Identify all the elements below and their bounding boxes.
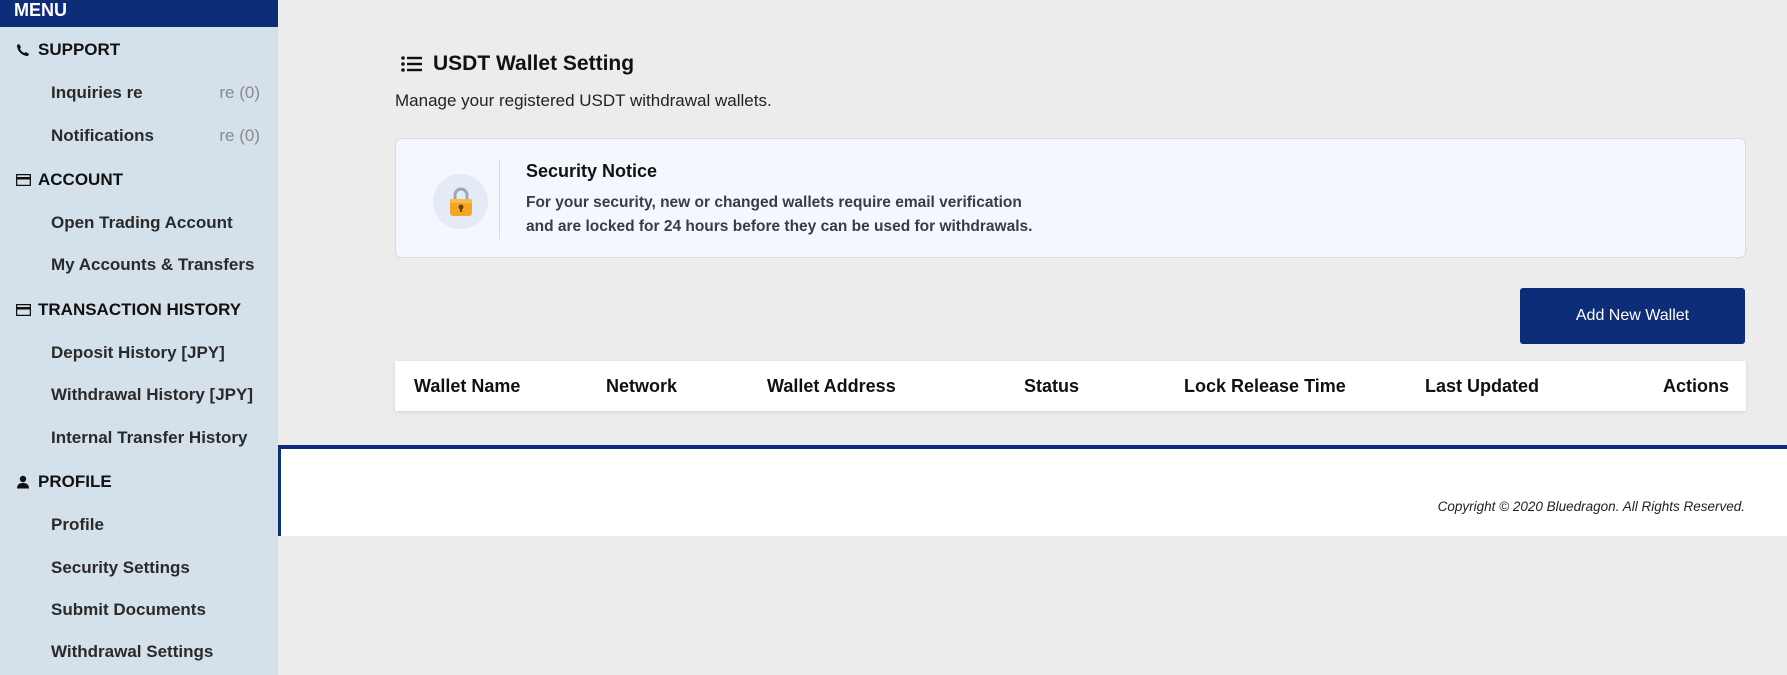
security-notice: Security Notice For your security, new o… [395, 138, 1746, 258]
section-support: SUPPORT [0, 40, 120, 60]
column-header-lock-release-time[interactable]: Lock Release Time [1184, 376, 1346, 397]
copyright-text: Copyright © 2020 Bluedragon. All Rights … [1437, 499, 1745, 514]
section-account: ACCOUNT [0, 170, 123, 190]
page-title: USDT Wallet Setting [401, 52, 634, 76]
sidebar-item-label: Deposit History [JPY] [51, 343, 225, 362]
sidebar-item-label: My Accounts & Transfers [51, 255, 255, 274]
section-transaction-history: TRANSACTION HISTORY [0, 300, 241, 320]
inquiries-count: re (0) [219, 83, 260, 102]
sidebar: MENU SUPPORT Inquiries re re (0) Notific… [0, 0, 278, 675]
sidebar-item-my-accounts-transfers[interactable]: My Accounts & Transfers [51, 255, 260, 275]
footer: Copyright © 2020 Bluedragon. All Rights … [278, 445, 1787, 536]
sidebar-item-deposit-history[interactable]: Deposit History [JPY] [51, 343, 260, 363]
notice-text: For your security, new or changed wallet… [526, 191, 1226, 239]
sidebar-item-label: Notifications [51, 126, 154, 145]
sidebar-item-label: Internal Transfer History [51, 428, 248, 447]
sidebar-item-label: Withdrawal Settings [51, 642, 214, 661]
person-icon [14, 474, 32, 490]
sidebar-item-security-settings[interactable]: Security Settings [51, 558, 260, 578]
add-new-wallet-button[interactable]: Add New Wallet [1520, 288, 1745, 344]
section-label: PROFILE [38, 472, 112, 491]
column-header-status[interactable]: Status [1024, 376, 1079, 397]
sidebar-item-label: Profile [51, 515, 104, 534]
section-label: ACCOUNT [38, 170, 123, 189]
sidebar-item-withdrawal-settings[interactable]: Withdrawal Settings [51, 642, 260, 662]
section-profile: PROFILE [0, 472, 112, 492]
sidebar-item-inquiries[interactable]: Inquiries re re (0) [51, 83, 260, 103]
menu-header: MENU [0, 0, 278, 27]
sidebar-item-label: Open Trading Account [51, 213, 233, 232]
column-header-wallet-name[interactable]: Wallet Name [414, 376, 520, 397]
sidebar-item-internal-transfer-history[interactable]: Internal Transfer History [51, 428, 260, 448]
notifications-count: re (0) [219, 126, 260, 145]
section-label: SUPPORT [38, 40, 121, 59]
sidebar-item-submit-documents[interactable]: Submit Documents [51, 600, 260, 620]
sidebar-item-profile[interactable]: Profile [51, 515, 260, 535]
sidebar-item-notifications[interactable]: Notifications re (0) [51, 126, 260, 146]
page-title-text: USDT Wallet Setting [433, 52, 635, 75]
lock-icon-badge [433, 174, 488, 229]
notice-divider [499, 159, 500, 239]
column-header-actions[interactable]: Actions [1663, 376, 1729, 397]
card-icon [14, 172, 32, 188]
column-header-network[interactable]: Network [606, 376, 677, 397]
column-header-wallet-address[interactable]: Wallet Address [767, 376, 896, 397]
notice-title: Security Notice [526, 161, 658, 181]
notice-line-2: and are locked for 24 hours before they … [526, 218, 1033, 235]
sidebar-item-withdrawal-history[interactable]: Withdrawal History [JPY] [51, 385, 260, 405]
sidebar-item-label: Withdrawal History [JPY] [51, 385, 253, 404]
column-header-last-updated[interactable]: Last Updated [1425, 376, 1539, 397]
lock-icon [449, 187, 472, 216]
sidebar-item-open-trading-account[interactable]: Open Trading Account [51, 213, 260, 233]
sidebar-item-label: Inquiries re [51, 83, 143, 102]
card-icon [14, 302, 32, 318]
phone-icon [14, 42, 32, 58]
sidebar-item-label: Submit Documents [51, 600, 206, 619]
notice-line-1: For your security, new or changed wallet… [526, 194, 1022, 211]
page-subtitle: Manage your registered USDT withdrawal w… [395, 91, 772, 110]
section-label: TRANSACTION HISTORY [38, 300, 242, 319]
sidebar-item-label: Security Settings [51, 558, 190, 577]
list-icon [401, 54, 425, 74]
wallet-table-header: Wallet Name Network Wallet Address Statu… [395, 361, 1746, 411]
